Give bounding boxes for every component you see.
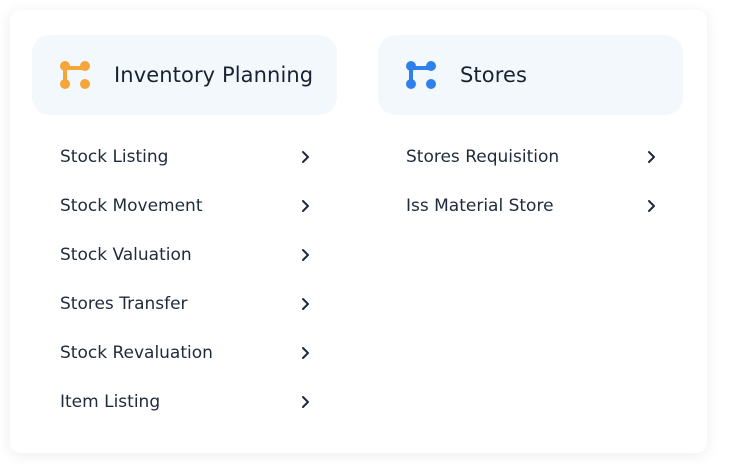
chevron-right-icon (645, 150, 659, 164)
chevron-right-icon (299, 346, 313, 360)
menu-item-label: Item Listing (60, 391, 161, 412)
menu-item-label: Stores Transfer (60, 293, 188, 314)
menu-item-label: Stock Movement (60, 195, 203, 216)
menu-item-label: Stock Valuation (60, 244, 192, 265)
menu-item-stock-movement[interactable]: Stock Movement (32, 181, 337, 230)
menu-item-iss-material-store[interactable]: Iss Material Store (378, 181, 683, 230)
chevron-right-icon (299, 150, 313, 164)
menu-item-label: Stock Listing (60, 146, 169, 167)
chevron-right-icon (299, 248, 313, 262)
menu-item-stores-transfer[interactable]: Stores Transfer (32, 279, 337, 328)
section-stores: Stores Stores Requisition Iss Material S… (378, 35, 683, 230)
menu-item-label: Stores Requisition (406, 146, 560, 167)
chevron-right-icon (299, 199, 313, 213)
menu-item-label: Stock Revaluation (60, 342, 213, 363)
chevron-right-icon (299, 395, 313, 409)
menu-item-item-listing[interactable]: Item Listing (32, 377, 337, 426)
section-inventory-planning: Inventory Planning Stock Listing Stock M… (32, 35, 337, 426)
menu-item-stores-requisition[interactable]: Stores Requisition (378, 132, 683, 181)
section-title: Inventory Planning (114, 63, 314, 87)
menu-list: Stores Requisition Iss Material Store (378, 132, 683, 230)
menu-item-label: Iss Material Store (406, 195, 554, 216)
chevron-right-icon (645, 199, 659, 213)
flow-nodes-icon (404, 58, 438, 92)
menu-item-stock-revaluation[interactable]: Stock Revaluation (32, 328, 337, 377)
menu-list: Stock Listing Stock Movement Stock Valua… (32, 132, 337, 426)
section-title: Stores (460, 63, 528, 87)
section-header: Inventory Planning (32, 35, 337, 115)
menu-item-stock-listing[interactable]: Stock Listing (32, 132, 337, 181)
menu-item-stock-valuation[interactable]: Stock Valuation (32, 230, 337, 279)
menu-card: Inventory Planning Stock Listing Stock M… (10, 10, 707, 453)
section-header: Stores (378, 35, 683, 115)
flow-nodes-icon (58, 58, 92, 92)
chevron-right-icon (299, 297, 313, 311)
